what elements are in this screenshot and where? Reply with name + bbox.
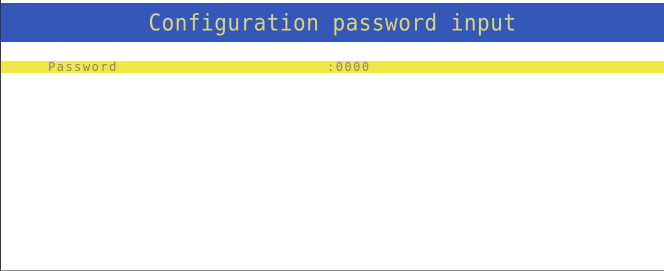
password-row[interactable]: Password :0000	[1, 60, 664, 74]
password-value-field[interactable]: :0000	[327, 60, 371, 74]
config-screen: Configuration password input Password :0…	[0, 0, 664, 271]
title-bar: Configuration password input	[1, 3, 664, 42]
password-label: Password	[48, 60, 118, 74]
page-title: Configuration password input	[148, 9, 517, 36]
